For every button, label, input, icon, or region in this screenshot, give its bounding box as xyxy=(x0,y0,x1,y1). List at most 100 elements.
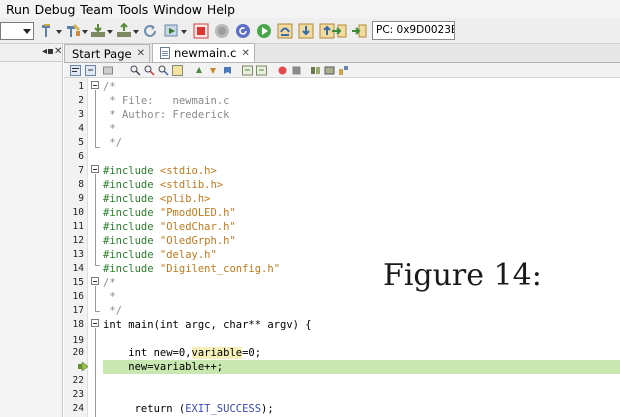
preprocessor-token: #include xyxy=(103,193,160,205)
format-icon[interactable] xyxy=(338,65,349,76)
line-number: 8 xyxy=(78,179,84,190)
build-icon xyxy=(42,24,50,37)
toggle-bookmark-icon[interactable] xyxy=(222,65,233,76)
debug-project-button[interactable] xyxy=(163,22,187,40)
code-editor[interactable]: 1/* 2 * File: newmain.c 3 * Author: Freder… xyxy=(64,78,620,417)
preprocessor-token: #include xyxy=(103,207,160,219)
code-line: 24 return (EXIT_SUCCESS); xyxy=(64,402,620,416)
source-view-icon[interactable] xyxy=(70,65,81,76)
close-icon[interactable]: ✕ xyxy=(137,48,145,59)
build-button[interactable] xyxy=(38,22,62,40)
next-bookmark-icon[interactable] xyxy=(208,65,219,76)
read-device-button[interactable] xyxy=(115,22,139,40)
tab-label: newmain.c xyxy=(173,46,237,60)
find-next-icon[interactable] xyxy=(144,65,155,76)
shift-right-icon[interactable] xyxy=(256,65,267,76)
uncomment-icon[interactable] xyxy=(324,65,335,76)
code-text: #include <stdio.h> xyxy=(103,164,217,178)
line-number: 5 xyxy=(78,137,84,148)
comment-token: */ xyxy=(103,305,122,317)
comment-icon[interactable] xyxy=(310,65,321,76)
start-macro-recording-icon[interactable] xyxy=(277,65,288,76)
line-number: 7 xyxy=(78,165,84,176)
program-counter-field: PC: 0x9D0023B8 xyxy=(372,21,455,40)
history-icon[interactable] xyxy=(85,65,96,76)
find-previous-icon[interactable] xyxy=(130,65,141,76)
toggle-highlight-icon[interactable] xyxy=(172,65,183,76)
left-panel-header: ◂▪ ✕ xyxy=(0,44,62,62)
comment-token: /* xyxy=(103,277,116,289)
include-path-token: <plib.h> xyxy=(159,193,211,205)
preprocessor-token: #include xyxy=(103,221,160,233)
code-text: #include <plib.h> xyxy=(103,192,210,206)
make-program-icon xyxy=(91,24,105,37)
clean-build-button[interactable] xyxy=(64,22,88,40)
current-line: new=variable++; xyxy=(64,360,620,374)
code-text: * Author: Frederick xyxy=(103,108,229,122)
include-path-token: "delay.h" xyxy=(159,249,217,261)
step-into-button[interactable] xyxy=(297,22,315,40)
reload-button[interactable] xyxy=(141,22,159,40)
close-icon[interactable]: ✕ xyxy=(241,48,249,59)
tab-label: Start Page xyxy=(72,46,132,61)
preprocessor-token: #include xyxy=(103,165,160,177)
configuration-select[interactable] xyxy=(0,22,34,40)
comment-token: * Author: Frederick xyxy=(103,109,230,121)
line-number: 17 xyxy=(72,305,84,316)
menu-team[interactable]: Team xyxy=(75,2,113,17)
find-selection-icon[interactable] xyxy=(158,65,169,76)
menu-run[interactable]: Run xyxy=(0,2,30,17)
read-device-icon xyxy=(117,22,131,37)
line-number: 13 xyxy=(72,249,84,260)
menu-debug[interactable]: Debug xyxy=(30,2,76,17)
minimize-panel-icon[interactable]: ◂▪ xyxy=(42,46,54,57)
code-text: #include "PmodOLED.h" xyxy=(103,206,236,220)
code-text: new=variable++; xyxy=(103,361,224,373)
comment-token: * xyxy=(103,123,116,135)
code-line: 23 xyxy=(64,388,620,402)
pause-icon xyxy=(215,24,229,38)
menu-help[interactable]: Help xyxy=(202,2,235,17)
menu-window[interactable]: Window xyxy=(148,2,202,17)
preprocessor-token: #include xyxy=(103,179,160,191)
step-over-icon xyxy=(277,23,293,39)
tab-start-page[interactable]: Start Page ✕ xyxy=(64,44,150,62)
shift-left-icon[interactable] xyxy=(242,65,253,76)
finish-session-button[interactable] xyxy=(192,22,210,40)
code-line: 11 #include "OledChar.h" xyxy=(64,220,620,234)
figure-caption: Figure 14: xyxy=(383,258,542,293)
stop-macro-recording-icon[interactable] xyxy=(291,65,302,76)
code-line: 10 #include "PmodOLED.h" xyxy=(64,206,620,220)
include-path-token: "OledChar.h" xyxy=(159,221,236,233)
code-line: 1 /* xyxy=(64,80,620,94)
continue-icon xyxy=(257,24,271,38)
pause-button[interactable] xyxy=(213,22,231,40)
reset-button[interactable] xyxy=(234,22,252,40)
menu-tools[interactable]: Tools xyxy=(113,2,148,17)
step-over-button[interactable] xyxy=(276,22,294,40)
include-path-token: "OledGrph.h" xyxy=(159,235,236,247)
include-path-token: <stdio.h> xyxy=(159,165,217,177)
code-token: ); xyxy=(261,403,274,415)
code-line: 3 * Author: Frederick xyxy=(64,108,620,122)
previous-bookmark-icon[interactable] xyxy=(194,65,205,76)
code-text: #include "OledChar.h" xyxy=(103,220,236,234)
set-pc-button[interactable] xyxy=(350,22,368,40)
back-icon[interactable] xyxy=(103,65,114,76)
run-to-cursor-button[interactable] xyxy=(330,22,348,40)
code-line: 8 #include <stdlib.h> xyxy=(64,178,620,192)
line-number: 4 xyxy=(78,123,84,134)
line-number: 3 xyxy=(78,109,84,120)
code-text: /* xyxy=(103,276,116,290)
comment-token: * xyxy=(103,291,116,303)
make-program-button[interactable] xyxy=(89,22,113,40)
continue-button[interactable] xyxy=(255,22,273,40)
code-line: 5 */ xyxy=(64,136,620,150)
line-number: 22 xyxy=(72,375,84,386)
line-number: 10 xyxy=(72,207,84,218)
code-line: 6 xyxy=(64,150,620,164)
tab-newmain-c[interactable]: newmain.c ✕ xyxy=(151,43,255,62)
code-text: */ xyxy=(103,304,122,318)
close-icon[interactable]: ✕ xyxy=(54,46,62,57)
line-number: 14 xyxy=(72,263,84,274)
